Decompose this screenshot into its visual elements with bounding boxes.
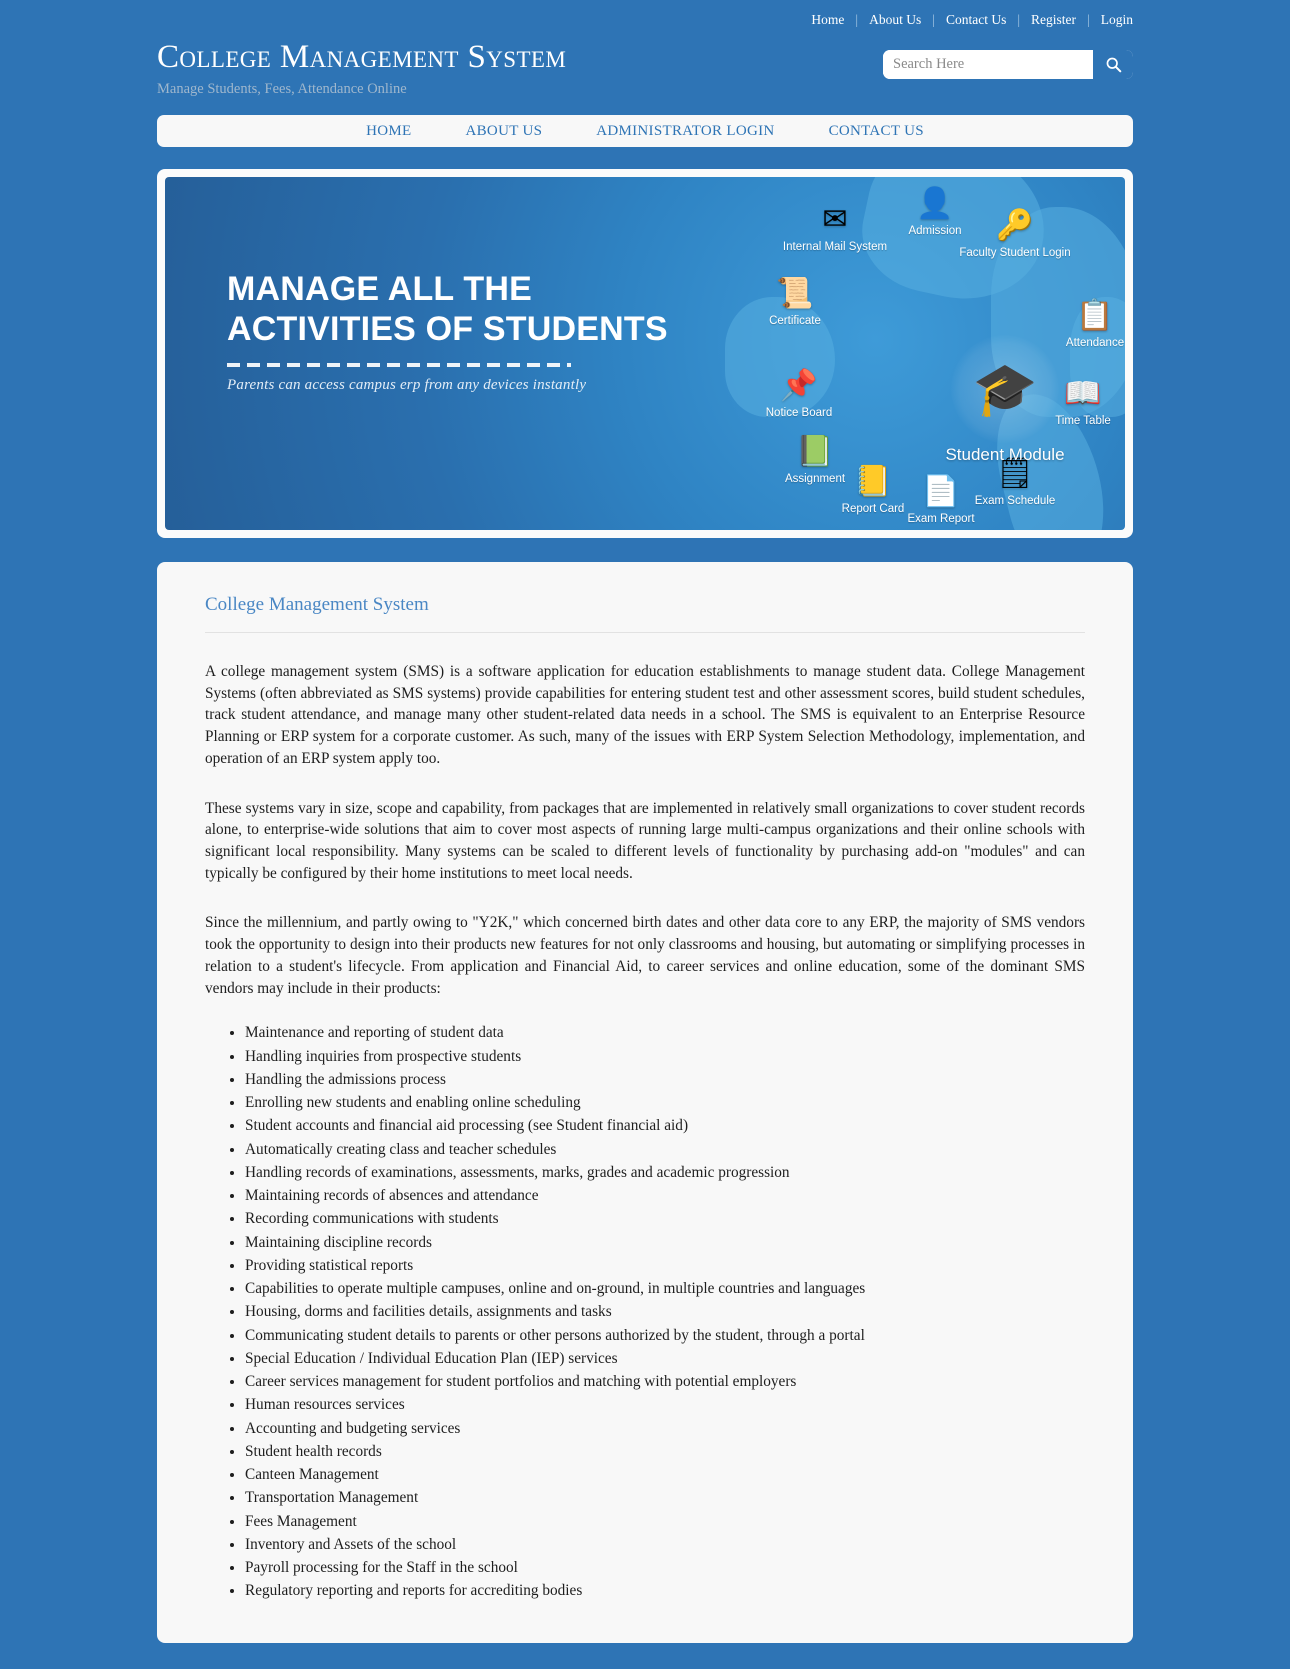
banner-node-label: Notice Board (765, 407, 833, 419)
list-item: Special Education / Individual Education… (245, 1347, 1085, 1370)
list-item: Canteen Management (245, 1463, 1085, 1486)
list-item: Student accounts and financial aid proce… (245, 1114, 1085, 1137)
feature-list: Maintenance and reporting of student dat… (205, 1021, 1085, 1602)
topbar-separator: | (1017, 12, 1021, 27)
site-header: College Management System Manage Student… (0, 30, 1290, 106)
list-item: Human resources services (245, 1393, 1085, 1416)
topbar-link-about-us[interactable]: About Us (858, 13, 932, 27)
list-item: Maintaining discipline records (245, 1231, 1085, 1254)
list-item: Regulatory reporting and reports for acc… (245, 1579, 1085, 1602)
list-item: Capabilities to operate multiple campuse… (245, 1277, 1085, 1300)
list-item: Payroll processing for the Staff in the … (245, 1556, 1085, 1579)
site-title: College Management System (157, 39, 567, 75)
banner-node-label: Exam Schedule (974, 495, 1056, 507)
page-bottom-spacer (0, 1643, 1290, 1669)
topbar-link-home[interactable]: Home (811, 13, 855, 27)
hero-banner: MANAGE ALL THE ACTIVITIES OF STUDENTS Pa… (165, 177, 1125, 530)
nav-item-administrator-login[interactable]: ADMINISTRATOR LOGIN (569, 115, 801, 147)
content-panel: College Management System A college mana… (157, 562, 1133, 1643)
search-button[interactable] (1093, 50, 1133, 79)
banner-node-label: Faculty Student Login (959, 247, 1071, 259)
list-item: Automatically creating class and teacher… (245, 1138, 1085, 1161)
page-title: College Management System (205, 594, 1085, 633)
banner-dashed-rule (227, 363, 571, 368)
list-item: Fees Management (245, 1510, 1085, 1533)
topbar-separator: | (1087, 12, 1090, 27)
site-tagline: Manage Students, Fees, Attendance Online (157, 80, 407, 97)
nav-item-about-us[interactable]: ABOUT US (439, 115, 570, 147)
search-box[interactable] (883, 50, 1133, 79)
notice-board-icon: 📌 (780, 369, 818, 402)
list-item: Maintaining records of absences and atte… (245, 1184, 1085, 1207)
search-icon (1106, 57, 1121, 73)
brand[interactable]: College Management System Manage Student… (157, 38, 566, 98)
search-input[interactable] (883, 50, 1093, 79)
list-item: Handling inquiries from prospective stud… (245, 1045, 1085, 1068)
intro-paragraph-1: A college management system (SMS) is a s… (205, 663, 1085, 767)
certificate-icon: 📜 (776, 277, 814, 310)
list-item: Handling the admissions process (245, 1068, 1085, 1091)
list-item: Communicating student details to parents… (245, 1324, 1085, 1347)
list-item: Maintenance and reporting of student dat… (245, 1021, 1085, 1044)
list-item: Student health records (245, 1440, 1085, 1463)
banner-node-notice-board: 📌 Notice Board (739, 369, 859, 421)
banner-node-label: Admission (908, 225, 962, 237)
banner-frame: MANAGE ALL THE ACTIVITIES OF STUDENTS Pa… (157, 169, 1133, 538)
topbar-separator: | (855, 12, 859, 27)
key-login-icon: 🔑 (996, 209, 1034, 242)
topbar-separator: | (932, 12, 935, 27)
page-root: Home | About Us | Contact Us | Register … (0, 0, 1290, 1669)
banner-text-block: MANAGE ALL THE ACTIVITIES OF STUDENTS Pa… (227, 269, 668, 394)
banner-node-faculty-student-login: 🔑 Faculty Student Login (955, 209, 1075, 261)
list-item: Career services management for student p… (245, 1370, 1085, 1393)
banner-node-label: Internal Mail System (782, 241, 888, 253)
intro-paragraph-2: These systems vary in size, scope and ca… (205, 799, 1085, 882)
list-item: Inventory and Assets of the school (245, 1533, 1085, 1556)
list-item: Accounting and budgeting services (245, 1417, 1085, 1440)
banner-subtitle: Parents can access campus erp from any d… (227, 377, 587, 394)
top-utility-bar: Home | About Us | Contact Us | Register … (0, 0, 1290, 30)
banner-center-node-label: Student Module (945, 445, 1065, 464)
topbar-link-login[interactable]: Login (1090, 13, 1133, 27)
graduates-icon: 🎓 (951, 335, 1059, 443)
list-item: Handling records of examinations, assess… (245, 1161, 1085, 1184)
banner-center-node-student-module: 🎓 Student Module (925, 335, 1085, 465)
assignment-icon: 📗 (796, 435, 834, 468)
topbar-link-register[interactable]: Register (1020, 13, 1087, 27)
main-navigation: HOME ABOUT US ADMINISTRATOR LOGIN CONTAC… (157, 115, 1133, 147)
list-item: Providing statistical reports (245, 1254, 1085, 1277)
list-item: Enrolling new students and enabling onli… (245, 1091, 1085, 1114)
banner-headline-line1: MANAGE ALL THE (227, 270, 533, 308)
topbar-link-contact-us[interactable]: Contact Us (935, 13, 1017, 27)
banner-node-label: Exam Report (907, 513, 975, 525)
list-item: Recording communications with students (245, 1207, 1085, 1230)
banner-node-label: Certificate (769, 315, 821, 327)
banner-headline-line2: ACTIVITIES OF STUDENTS (227, 310, 668, 349)
nav-item-contact-us[interactable]: CONTACT US (802, 115, 951, 147)
banner-node-certificate: 📜 Certificate (735, 277, 855, 329)
attendance-icon: 📋 (1076, 299, 1114, 332)
intro-paragraph-3: Since the millennium, and partly owing t… (205, 914, 1085, 997)
nav-item-home[interactable]: HOME (339, 115, 438, 147)
list-item: Housing, dorms and facilities details, a… (245, 1300, 1085, 1323)
